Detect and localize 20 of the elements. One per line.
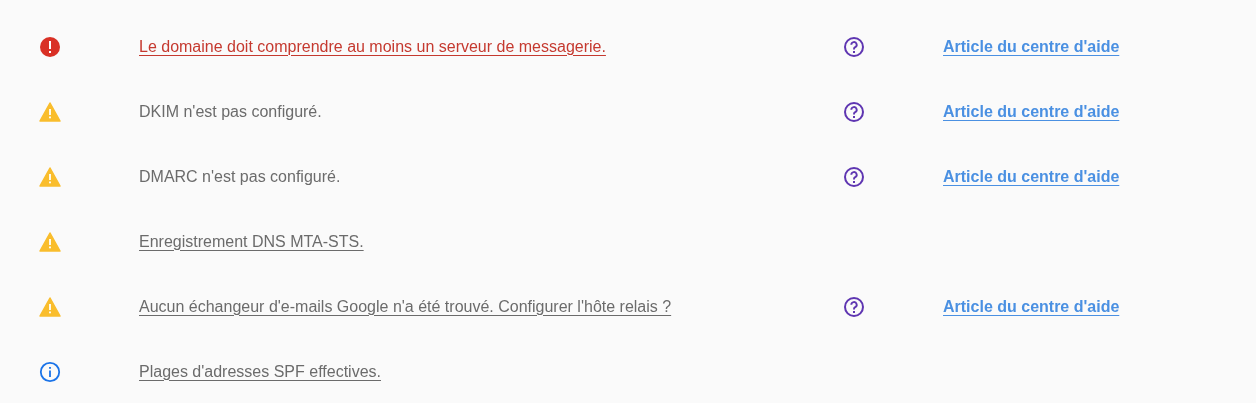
warning-icon bbox=[39, 101, 61, 122]
warning-icon bbox=[39, 166, 61, 187]
help-icon[interactable] bbox=[843, 35, 865, 58]
info-icon bbox=[39, 360, 61, 383]
issue-link[interactable]: Le domaine doit comprendre au moins un serveur de messagerie. bbox=[139, 37, 606, 56]
issue-link[interactable]: Plages d'adresses SPF effectives. bbox=[139, 362, 381, 381]
help-article-link[interactable]: Article du centre d'aide bbox=[943, 37, 1120, 56]
warning-icon bbox=[39, 296, 61, 317]
issue-message: DMARC n'est pas configuré. bbox=[139, 167, 341, 186]
help-icon[interactable] bbox=[843, 295, 865, 318]
error-icon bbox=[39, 35, 61, 58]
warning-icon bbox=[39, 231, 61, 252]
issue-link[interactable]: Enregistrement DNS MTA-STS. bbox=[139, 232, 364, 251]
help-article-link[interactable]: Article du centre d'aide bbox=[943, 297, 1120, 316]
help-article-link[interactable]: Article du centre d'aide bbox=[943, 102, 1120, 121]
issue-link[interactable]: Aucun échangeur d'e-mails Google n'a été trouvé. Configurer l'hôte relais ? bbox=[139, 297, 672, 316]
help-article-link[interactable]: Article du centre d'aide bbox=[943, 167, 1120, 186]
issue-message: DKIM n'est pas configuré. bbox=[139, 102, 322, 121]
help-icon[interactable] bbox=[843, 165, 865, 188]
help-icon[interactable] bbox=[843, 100, 865, 123]
